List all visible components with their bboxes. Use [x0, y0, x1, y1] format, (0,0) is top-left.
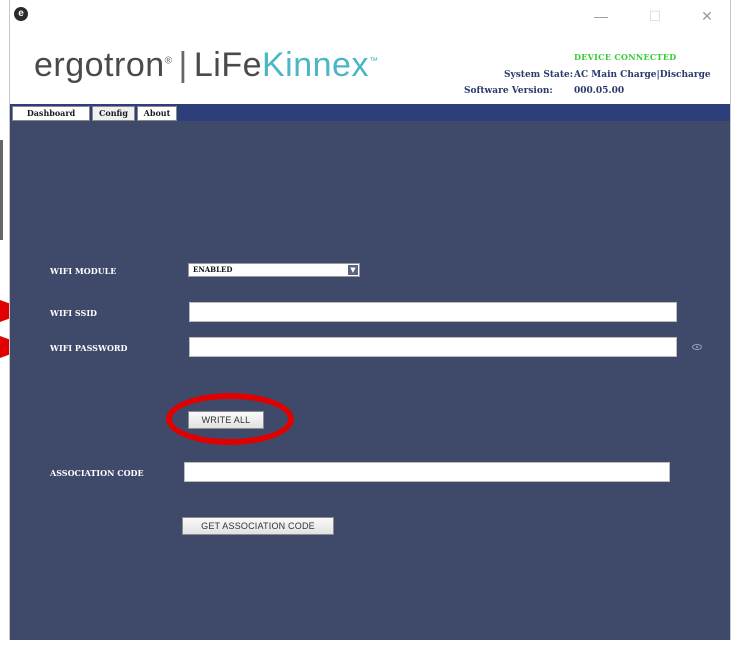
get-association-code-button[interactable]: GET ASSOCIATION CODE — [182, 517, 334, 535]
title-bar: e — ☐ ✕ — [10, 0, 730, 30]
tab-about[interactable]: About — [137, 106, 177, 121]
connection-status: DEVICE CONNECTED — [574, 52, 677, 62]
app-window: e — ☐ ✕ ergotron® | LiFeKinnex™ DEVICE CON… — [9, 0, 731, 640]
chevron-down-icon[interactable]: ▼ — [348, 265, 358, 275]
system-state-label: System State: — [504, 70, 574, 80]
brand-logo: ergotron® | LiFeKinnex™ — [34, 46, 378, 85]
wifi-ssid-label: WIFI SSID — [50, 308, 97, 318]
logo-reg-mark: ® — [164, 55, 173, 67]
wifi-password-label: WIFI PASSWORD — [50, 343, 128, 353]
logo-tm-mark: ™ — [368, 55, 379, 66]
app-icon[interactable]: e — [14, 7, 28, 21]
wifi-module-label: WIFI MODULE — [50, 266, 117, 276]
tab-dashboard[interactable]: Dashboard — [12, 106, 90, 121]
maximize-button[interactable]: ☐ — [640, 6, 670, 26]
tab-config[interactable]: Config — [92, 106, 135, 121]
wifi-password-input[interactable] — [189, 337, 677, 357]
system-state-value: AC Main Charge|Discharge — [574, 70, 711, 80]
logo-separator: | — [178, 46, 188, 84]
close-button[interactable]: ✕ — [692, 6, 722, 26]
association-code-label: ASSOCIATION CODE — [50, 468, 144, 478]
tab-bar: Dashboard Config About — [10, 104, 730, 121]
wifi-module-selected-value: ENABLED — [193, 265, 233, 274]
config-panel: WIFI MODULE ENABLED ▼ WIFI SSID WIFI PAS… — [10, 121, 730, 640]
background-window-edge — [0, 140, 3, 240]
software-version-value: 000.05.00 — [574, 86, 625, 96]
logo-brand: ergotron — [34, 46, 165, 84]
logo-product-kinnex: Kinnex — [262, 46, 369, 84]
logo-product-life: LiFe — [193, 46, 262, 84]
wifi-ssid-input[interactable] — [189, 302, 677, 322]
app-header: ergotron® | LiFeKinnex™ DEVICE CONNECTED S… — [10, 30, 730, 104]
minimize-button[interactable]: — — [586, 6, 616, 26]
software-version-label: Software Version: — [464, 86, 553, 96]
wifi-module-select[interactable]: ENABLED ▼ — [188, 263, 360, 277]
association-code-input[interactable] — [184, 462, 670, 482]
show-password-eye-icon[interactable] — [692, 344, 702, 350]
annotation-highlight-ring — [166, 393, 294, 445]
